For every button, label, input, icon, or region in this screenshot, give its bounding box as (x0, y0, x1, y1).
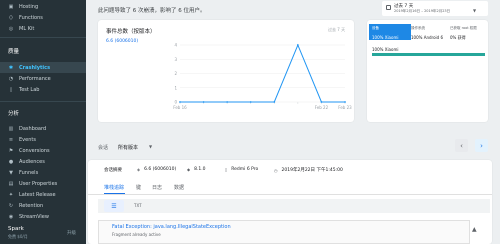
stat-devices[interactable]: 设备 100% Xiaomi (369, 24, 411, 40)
data-point (179, 101, 181, 103)
session-device: ▯ Redmi 6 Pro (225, 167, 259, 172)
clock-icon: ◷ (274, 167, 278, 173)
stat-rooted[interactable]: 已获取 root 权限 0% 获得 (447, 24, 489, 40)
chevron-down-icon: ▼ (149, 144, 153, 149)
exception-title: Fatal Exception: java.lang.IllegalStateE… (112, 224, 231, 230)
tab-keys[interactable]: 键 (136, 184, 141, 191)
app-version-icon: ◈ (137, 167, 141, 172)
data-point (202, 101, 205, 103)
data-point (273, 101, 276, 103)
android-icon: ◆ (187, 167, 191, 172)
x-tick-label: Feb 22 (315, 105, 329, 110)
stack-view-toggle (98, 199, 490, 213)
y-tick-label: 2 (174, 71, 177, 76)
stat-os[interactable]: 操作系统 100% Android 6 (408, 24, 450, 40)
filter-label: 会话 (98, 145, 109, 151)
exception-subtitle: Fragment already active (112, 232, 161, 237)
data-point (296, 44, 299, 46)
data-point (249, 101, 252, 103)
tab-divider (88, 194, 492, 195)
y-tick-label: 0 (174, 100, 177, 105)
phone-icon: ▯ (225, 167, 228, 172)
data-point (226, 101, 229, 103)
data-point (320, 101, 323, 103)
next-session-button[interactable]: › (475, 139, 488, 152)
device-share-bar (372, 53, 485, 56)
list-view-button[interactable]: ☰ (104, 200, 124, 212)
device-share-label: 100% Xiaomi (372, 47, 399, 52)
y-tick-label: 4 (174, 43, 177, 48)
y-tick-label: 1 (174, 85, 177, 90)
list-icon: ☰ (111, 202, 117, 210)
session-time: ◷ 2019年2月22日 下午1:45:00 (274, 167, 343, 174)
y-tick-label: 3 (174, 57, 177, 62)
tab-logs[interactable]: 日志 (152, 184, 162, 191)
data-point (344, 101, 346, 103)
session-summary-label: 会话摘要 (104, 168, 122, 173)
tab-data[interactable]: 数据 (174, 184, 184, 191)
version-filter[interactable]: 所有版本 (118, 144, 138, 151)
x-tick-label: Feb 23 (338, 105, 352, 110)
chevron-up-icon: ▲ (472, 226, 477, 233)
x-tick-label: Feb 16 (173, 105, 187, 110)
tab-stack-trace[interactable]: 堆栈追踪 (104, 184, 124, 191)
session-os: ◆ 8.1.0 (187, 167, 206, 172)
prev-session-button[interactable]: ‹ (455, 139, 468, 152)
txt-view-button[interactable]: TXT (134, 203, 142, 208)
session-version: ◈ 6.6 (6006010) (137, 167, 177, 172)
